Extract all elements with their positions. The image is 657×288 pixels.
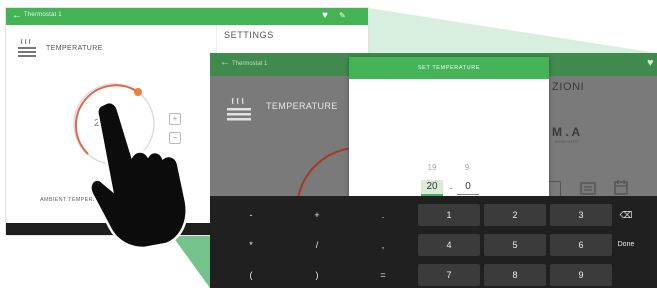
key-9[interactable]: 9 [550,264,612,286]
favorite-heart-icon[interactable]: ♥ [322,10,328,21]
right-phone-screen: ← Thermostat 1 ♥ TEMPERATURE ZIONI M . A… [210,53,657,288]
settings-title: SETTINGS [224,30,274,40]
key-minus[interactable]: - [220,204,282,226]
key-7[interactable]: 7 [418,264,480,286]
heater-icon [227,97,251,121]
dial-knob[interactable] [134,88,142,96]
key-comma[interactable]: , [352,234,414,256]
key-1[interactable]: 1 [418,204,480,226]
key-period[interactable]: . [352,204,414,226]
schedule-icon[interactable] [580,181,596,195]
key-slash[interactable]: / [286,234,348,256]
key-close-paren[interactable]: ) [286,264,348,286]
picker-decimal-field[interactable]: 0 [457,180,479,194]
key-2[interactable]: 2 [484,204,546,226]
backspace-key-icon[interactable]: ⌫ [598,204,654,226]
settings-title-partial: ZIONI [552,81,585,93]
back-arrow-icon[interactable]: ← [220,57,230,68]
key-8[interactable]: 8 [484,264,546,286]
pointing-hand-icon [89,101,188,248]
favorite-heart-icon[interactable]: ♥ [647,57,654,69]
mode-sub-labels: MAN AUTO [555,139,579,144]
picker-previous-decimal[interactable]: 9 [452,163,482,172]
temperature-title: TEMPERATURE [46,45,103,52]
key-5[interactable]: 5 [484,234,546,256]
edit-pencil-icon[interactable]: ✎ [339,11,346,20]
temperature-title: TEMPERATURE [266,101,338,111]
back-arrow-icon[interactable]: ← [12,10,22,21]
key-open-paren[interactable]: ( [220,264,282,286]
picker-integer-field[interactable]: 20 [421,180,443,194]
key-asterisk[interactable]: * [220,234,282,256]
key-4[interactable]: 4 [418,234,480,256]
key-equals[interactable]: = [352,264,414,286]
calendar-icon[interactable] [614,179,628,195]
key-plus[interactable]: + [286,204,348,226]
done-key[interactable]: Done [598,234,654,256]
right-app-name: Thermostat 1 [232,61,268,67]
numeric-keyboard: - + . 1 2 3 ⌫ * / , 4 5 6 Done ( ) = 7 8… [210,196,657,288]
picker-decimal-underline [457,194,479,195]
dialog-title: SET TEMPERATURE [417,65,481,71]
mode-selector[interactable]: M . A [552,125,580,139]
left-app-name: Thermostat 1 [24,12,62,18]
picker-separator: . [449,181,453,192]
heater-icon [18,38,36,57]
set-temperature-dialog: SET TEMPERATURE 19 9 20 . 0 [349,57,549,203]
picker-previous-integer[interactable]: 19 [417,163,447,172]
